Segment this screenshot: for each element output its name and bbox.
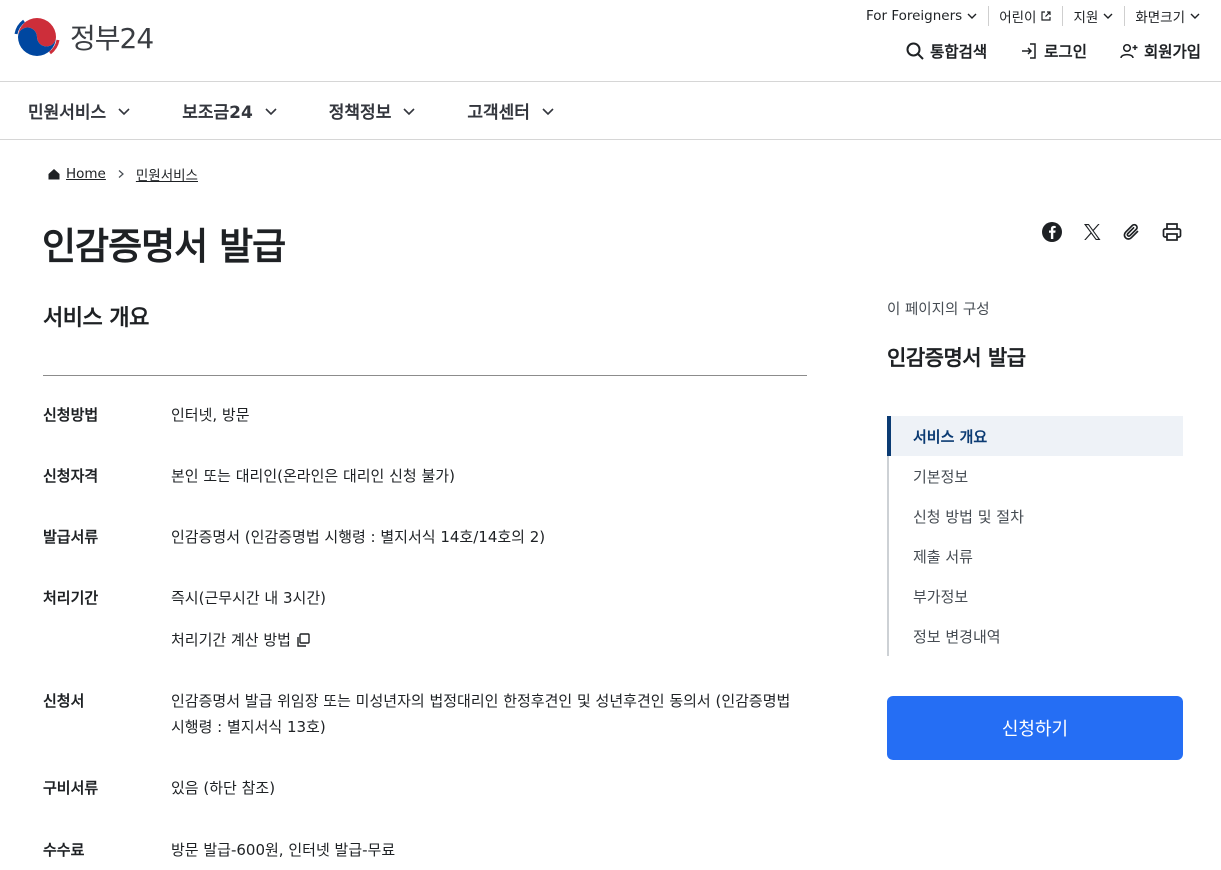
calc-link-label: 처리기간 계산 방법 bbox=[171, 631, 291, 649]
login-icon bbox=[1022, 43, 1036, 59]
gnb-item-civil-service[interactable]: 민원서비스 bbox=[28, 98, 132, 123]
paperclip-icon bbox=[1123, 223, 1139, 240]
taegeuk-emblem-icon bbox=[14, 15, 60, 59]
search-icon bbox=[906, 42, 924, 60]
login-label: 로그인 bbox=[1044, 43, 1087, 61]
section-title: 서비스 개요 bbox=[43, 306, 149, 331]
share-tools bbox=[1041, 221, 1183, 243]
info-value: 본인 또는 대리인(온라인은 대리인 신청 불가) bbox=[171, 467, 455, 485]
util-label: For Foreigners bbox=[865, 8, 963, 24]
gnb-label: 보조금24 bbox=[182, 103, 253, 123]
section-divider bbox=[43, 375, 807, 376]
info-value: 즉시(근무시간 내 3시간) bbox=[171, 589, 326, 607]
breadcrumb: Home 민원서비스 bbox=[47, 164, 198, 184]
chevron-down-icon bbox=[1190, 13, 1200, 19]
util-screen-size[interactable]: 화면크기 bbox=[1124, 6, 1201, 26]
util-for-foreigners[interactable]: For Foreigners bbox=[856, 8, 988, 24]
gnb-item-policy[interactable]: 정책정보 bbox=[329, 98, 418, 123]
x-share-button[interactable] bbox=[1081, 221, 1103, 243]
gnb-label: 고객센터 bbox=[467, 103, 530, 123]
toc-item-documents[interactable]: 제출 서류 bbox=[889, 536, 1183, 576]
main-utility: 통합검색 로그인 회원가입 bbox=[905, 40, 1201, 62]
toc-title: 인감증명서 발급 bbox=[887, 346, 1026, 370]
chevron-down-icon bbox=[265, 107, 277, 115]
chevron-down-icon bbox=[542, 107, 554, 115]
copy-icon bbox=[297, 633, 310, 647]
printer-icon bbox=[1162, 223, 1182, 241]
info-value-group: 즉시(근무시간 내 3시간) 처리기간 계산 방법 bbox=[171, 585, 807, 653]
info-label: 신청자격 bbox=[43, 467, 99, 485]
home-icon bbox=[48, 169, 60, 180]
info-row-required-docs: 구비서류 있음 (하단 참조) bbox=[43, 775, 807, 801]
toc-item-procedure[interactable]: 신청 방법 및 절차 bbox=[889, 496, 1183, 536]
chevron-down-icon bbox=[1103, 13, 1113, 19]
info-label: 구비서류 bbox=[43, 779, 99, 797]
info-label: 신청서 bbox=[43, 692, 85, 710]
info-value: 인감증명서 발급 위임장 또는 미성년자의 법정대리인 한정후견인 및 성년후견… bbox=[171, 692, 791, 736]
login-button[interactable]: 로그인 bbox=[1019, 40, 1087, 62]
global-nav: 민원서비스 보조금24 정책정보 고객센터 bbox=[0, 82, 1221, 140]
copy-link-button[interactable] bbox=[1121, 221, 1143, 243]
chevron-down-icon bbox=[118, 107, 130, 115]
info-label: 발급서류 bbox=[43, 528, 99, 546]
info-label: 처리기간 bbox=[43, 589, 99, 607]
search-button[interactable]: 통합검색 bbox=[905, 40, 987, 62]
external-link-icon bbox=[1041, 11, 1052, 21]
toc-item-change-history[interactable]: 정보 변경내역 bbox=[889, 616, 1183, 656]
page-title: 인감증명서 발급 bbox=[42, 225, 286, 268]
signup-label: 회원가입 bbox=[1143, 43, 1201, 61]
chevron-right-icon bbox=[118, 170, 124, 178]
gnb-label: 민원서비스 bbox=[28, 103, 107, 123]
top-header: 정부24 For Foreigners 어린이 지원 화면크기 통합검색 로그인 bbox=[0, 0, 1221, 82]
print-button[interactable] bbox=[1161, 221, 1183, 243]
util-label: 지원 bbox=[1073, 10, 1099, 26]
chevron-down-icon bbox=[403, 107, 415, 115]
toc-list: 서비스 개요 기본정보 신청 방법 및 절차 제출 서류 부가정보 정보 변경내… bbox=[887, 416, 1183, 656]
info-label: 신청방법 bbox=[43, 406, 99, 424]
info-value: 인터넷, 방문 bbox=[171, 406, 250, 424]
info-row-processing-time: 처리기간 즉시(근무시간 내 3시간) 처리기간 계산 방법 bbox=[43, 585, 807, 653]
breadcrumb-home[interactable]: Home bbox=[47, 166, 106, 182]
util-support[interactable]: 지원 bbox=[1062, 6, 1124, 26]
info-row-fee: 수수료 방문 발급-600원, 인터넷 발급-무료 bbox=[43, 837, 807, 863]
x-logo-icon bbox=[1084, 224, 1101, 240]
user-plus-icon bbox=[1120, 43, 1138, 59]
info-row-document: 발급서류 인감증명서 (인감증명법 시행령 : 별지서식 14호/14호의 2) bbox=[43, 524, 807, 550]
processing-time-calc-link[interactable]: 처리기간 계산 방법 bbox=[171, 627, 807, 653]
search-label: 통합검색 bbox=[930, 43, 988, 61]
info-value: 인감증명서 (인감증명법 시행령 : 별지서식 14호/14호의 2) bbox=[171, 528, 546, 546]
info-row-application: 신청서 인감증명서 발급 위임장 또는 미성년자의 법정대리인 한정후견인 및 … bbox=[43, 688, 807, 740]
facebook-icon bbox=[1042, 222, 1062, 242]
toc-item-basic-info[interactable]: 기본정보 bbox=[889, 456, 1183, 496]
logo-text: 정부24 bbox=[70, 22, 154, 55]
utility-nav: For Foreigners 어린이 지원 화면크기 bbox=[856, 6, 1201, 26]
breadcrumb-current[interactable]: 민원서비스 bbox=[136, 164, 198, 184]
info-value: 방문 발급-600원, 인터넷 발급-무료 bbox=[171, 841, 396, 859]
info-label: 수수료 bbox=[43, 841, 85, 859]
info-row-method: 신청방법 인터넷, 방문 bbox=[43, 402, 807, 428]
toc-item-overview[interactable]: 서비스 개요 bbox=[887, 416, 1183, 456]
site-logo[interactable]: 정부24 bbox=[14, 14, 154, 60]
toc-item-extra-info[interactable]: 부가정보 bbox=[889, 576, 1183, 616]
toc-caption: 이 페이지의 구성 bbox=[887, 302, 990, 318]
facebook-share-button[interactable] bbox=[1041, 221, 1063, 243]
info-value: 있음 (하단 참조) bbox=[171, 779, 276, 797]
gnb-item-subsidy[interactable]: 보조금24 bbox=[182, 98, 279, 123]
util-label: 어린이 bbox=[999, 10, 1037, 26]
util-kids[interactable]: 어린이 bbox=[988, 6, 1062, 26]
info-row-eligibility: 신청자격 본인 또는 대리인(온라인은 대리인 신청 불가) bbox=[43, 463, 807, 489]
util-label: 화면크기 bbox=[1135, 10, 1185, 26]
gnb-label: 정책정보 bbox=[328, 103, 392, 123]
signup-button[interactable]: 회원가입 bbox=[1119, 40, 1201, 62]
chevron-down-icon bbox=[967, 13, 977, 19]
breadcrumb-home-label: Home bbox=[66, 166, 106, 182]
gnb-item-customer-center[interactable]: 고객센터 bbox=[467, 98, 556, 123]
apply-button[interactable]: 신청하기 bbox=[887, 696, 1183, 760]
